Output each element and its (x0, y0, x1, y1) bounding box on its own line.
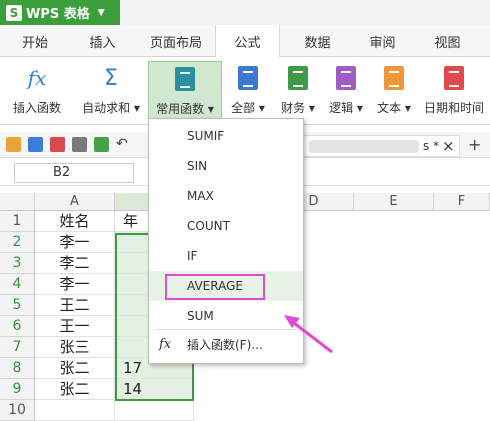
row-header[interactable]: 10 (0, 400, 35, 421)
print-icon[interactable] (72, 137, 87, 152)
finance-label: 财务 ▾ (281, 101, 315, 115)
document-modified-indicator: s * (423, 139, 440, 153)
chevron-down-icon: ▼ (97, 7, 105, 18)
all-functions-button[interactable]: 全部 ▾ (226, 61, 270, 121)
logic-icon (334, 65, 358, 91)
menu-item-count[interactable]: COUNT (149, 211, 303, 241)
row-header[interactable]: 9 (0, 379, 35, 400)
select-all-corner[interactable] (0, 193, 35, 211)
cell-name[interactable]: 李一 (35, 232, 115, 253)
cell-name[interactable]: 张二 (35, 358, 115, 379)
sigma-icon: Σ (104, 65, 118, 91)
app-menu-button[interactable]: S WPS 表格 ▼ (0, 0, 120, 25)
logic-button[interactable]: 逻辑 ▾ (324, 61, 368, 121)
document-tab[interactable]: s * × (300, 135, 460, 157)
finance-button[interactable]: 财务 ▾ (276, 61, 320, 121)
datetime-label: 日期和时间 (423, 101, 484, 115)
save-icon[interactable] (28, 137, 43, 152)
print-preview-icon[interactable] (94, 137, 109, 152)
menu-item-insert-function[interactable]: 插入函数(F)... (187, 331, 263, 359)
tab-page-layout[interactable]: 页面布局 (140, 25, 212, 57)
autosum-label: 自动求和 ▾ (82, 101, 140, 115)
row-header[interactable]: 2 (0, 232, 35, 253)
wps-logo-icon: S (6, 4, 22, 21)
finance-icon (286, 65, 310, 91)
tab-start[interactable]: 开始 (10, 25, 60, 57)
row-header[interactable]: 6 (0, 316, 35, 337)
all-functions-icon (236, 65, 260, 91)
close-tab-icon[interactable]: × (442, 137, 455, 155)
cell-name[interactable]: 李二 (35, 253, 115, 274)
open-folder-icon[interactable] (6, 137, 21, 152)
row-header[interactable]: 7 (0, 337, 35, 358)
menu-item-sumif[interactable]: SUMIF (149, 121, 303, 151)
cell-name[interactable]: 张二 (35, 379, 115, 400)
ribbon-formula: fx 插入函数 Σ 自动求和 ▾ 常用函数 ▾ 全部 ▾ 财务 ▾ 逻辑 ▾ 文… (0, 57, 490, 125)
text-functions-button[interactable]: 文本 ▾ (372, 61, 416, 121)
add-tab-icon[interactable]: + (468, 135, 481, 154)
annotation-arrow-icon (284, 315, 333, 354)
all-functions-label: 全部 ▾ (231, 101, 265, 115)
datetime-button[interactable]: 日期和时间 (420, 61, 488, 121)
tab-view[interactable]: 视图 (420, 25, 475, 57)
row-header[interactable]: 4 (0, 274, 35, 295)
tab-review[interactable]: 审阅 (355, 25, 410, 57)
highlight-box (165, 274, 265, 300)
cell-name[interactable]: 王二 (35, 295, 115, 316)
menu-item-average[interactable]: AVERAGE (149, 271, 303, 301)
fx-icon: fx (159, 337, 172, 352)
cell-name[interactable]: 李一 (35, 274, 115, 295)
cell-name[interactable]: 王一 (35, 316, 115, 337)
cell-empty[interactable] (115, 400, 194, 421)
export-pdf-icon[interactable] (50, 137, 65, 152)
autosum-button[interactable]: Σ 自动求和 ▾ (76, 61, 146, 121)
menu-separator (155, 329, 297, 330)
tab-insert[interactable]: 插入 (75, 25, 130, 57)
row-header[interactable]: 5 (0, 295, 35, 316)
insert-function-button[interactable]: fx 插入函数 (4, 61, 70, 121)
row-header[interactable]: 3 (0, 253, 35, 274)
menu-item-max[interactable]: MAX (149, 181, 303, 211)
logic-label: 逻辑 ▾ (329, 101, 363, 115)
text-functions-label: 文本 ▾ (377, 101, 411, 115)
common-functions-label: 常用函数 ▾ (156, 102, 214, 116)
tab-data[interactable]: 数据 (290, 25, 345, 57)
name-box[interactable]: B2 (14, 163, 134, 183)
insert-function-label: 插入函数 (12, 101, 61, 115)
menu-item-if[interactable]: IF (149, 241, 303, 271)
row-header[interactable]: 1 (0, 211, 35, 232)
cell-empty[interactable] (35, 400, 115, 421)
cell-name[interactable]: 张三 (35, 337, 115, 358)
column-header-f[interactable]: F (434, 193, 490, 211)
column-header-e[interactable]: E (354, 193, 434, 211)
clock-calendar-icon (442, 65, 466, 91)
title-bar: S WPS 表格 ▼ (0, 0, 490, 25)
column-header-a[interactable]: A (35, 193, 115, 211)
tab-formula[interactable]: 公式 (215, 25, 280, 58)
row-header[interactable]: 8 (0, 358, 35, 379)
undo-icon[interactable]: ↶ (116, 137, 131, 152)
common-functions-button[interactable]: 常用函数 ▾ (148, 61, 222, 121)
ribbon-tabs: 开始 插入 页面布局 公式 数据 审阅 视图 (0, 25, 490, 58)
fx-icon: fx (27, 66, 47, 90)
menu-item-sin[interactable]: SIN (149, 151, 303, 181)
cell-header-name[interactable]: 姓名 (35, 211, 115, 232)
document-name-blurred (309, 140, 419, 153)
text-functions-icon (382, 65, 406, 91)
app-name: WPS 表格 (26, 7, 90, 22)
star-book-icon (173, 66, 197, 92)
